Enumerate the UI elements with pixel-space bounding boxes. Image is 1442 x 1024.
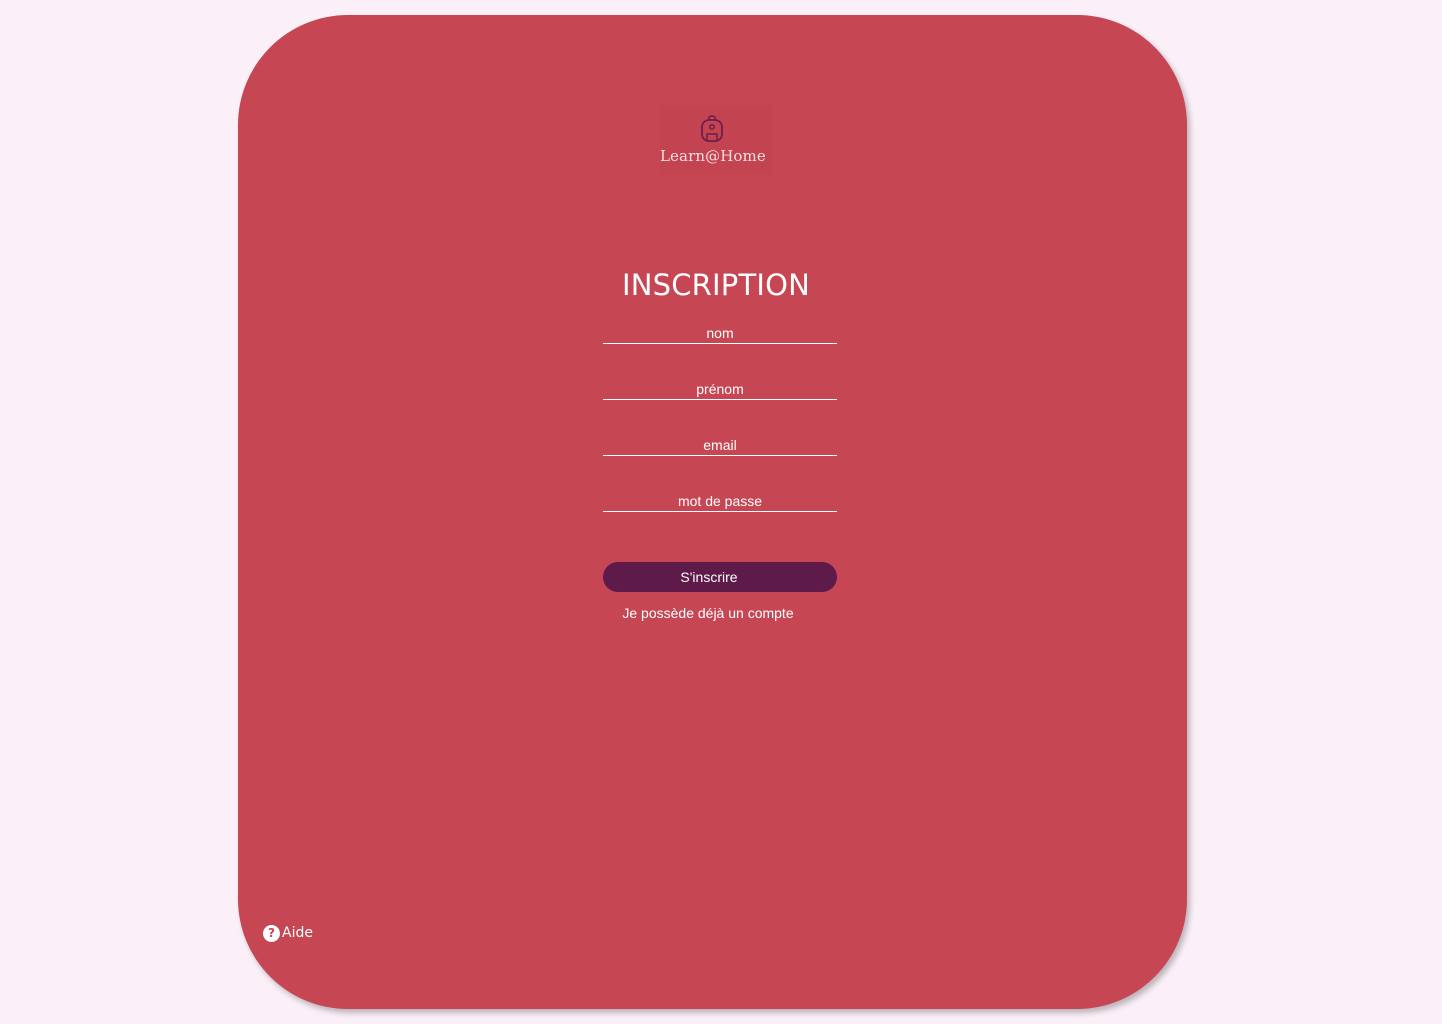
help-icon: ? bbox=[263, 924, 280, 942]
page-title: INSCRIPTION bbox=[621, 268, 811, 302]
first-name-input[interactable] bbox=[603, 379, 837, 400]
brand-name: Learn@Home bbox=[660, 147, 766, 165]
password-input[interactable] bbox=[603, 491, 837, 512]
help-button[interactable]: ? Aide bbox=[263, 924, 313, 942]
login-link[interactable]: Je possède déjà un compte bbox=[603, 605, 813, 621]
backpack-icon bbox=[701, 115, 723, 142]
help-label: Aide bbox=[282, 925, 313, 941]
email-input[interactable] bbox=[603, 435, 837, 456]
brand-logo: Learn@Home bbox=[660, 105, 772, 175]
last-name-input[interactable] bbox=[603, 323, 837, 344]
signup-button[interactable]: S'inscrire bbox=[603, 562, 837, 592]
